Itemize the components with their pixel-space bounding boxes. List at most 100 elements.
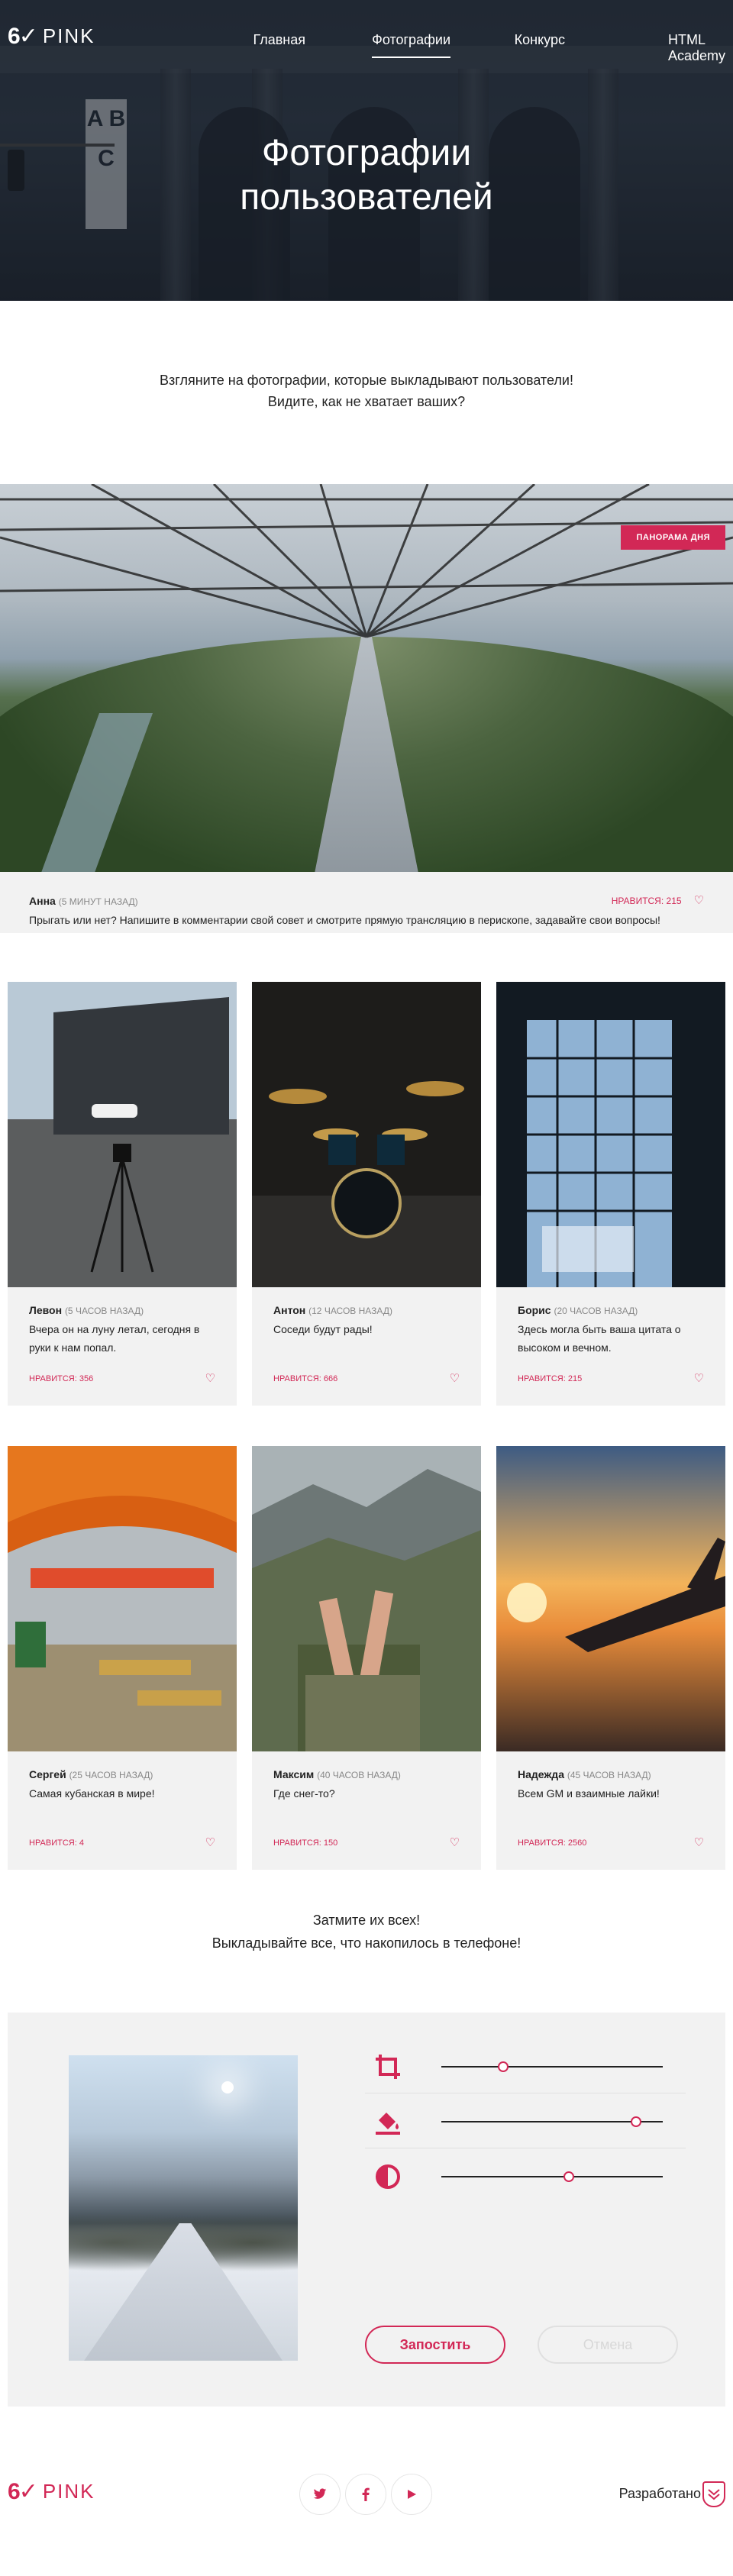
photo-card-time: (12 ЧАСОВ НАЗАД) (308, 1306, 392, 1316)
heart-icon[interactable]: ♡ (450, 1837, 460, 1848)
intro-line2: Видите, как не хватает ваших? (267, 394, 466, 409)
photo-card-time: (5 ЧАСОВ НАЗАД) (64, 1306, 144, 1316)
contrast-slider-track[interactable] (441, 2176, 663, 2177)
footer-logo[interactable]: 6✓ PINK (8, 2478, 95, 2505)
panorama-frame (0, 484, 733, 638)
photo-card-likes: НРАВИТСЯ: 2560 ♡ (518, 1837, 704, 1848)
logo-word: PINK (42, 24, 95, 47)
heart-icon[interactable]: ♡ (694, 1373, 704, 1384)
photo-card: Максим (40 ЧАСОВ НАЗАД) Где снег-то? НРА… (252, 1446, 481, 1870)
photo-card: Антон (12 ЧАСОВ НАЗАД) Соседи будут рады… (252, 982, 481, 1406)
nav-item-home[interactable]: Главная (253, 0, 305, 61)
footer-logo-glyph: 6✓ (8, 2479, 38, 2504)
fill-slider-handle[interactable] (631, 2116, 641, 2127)
heart-icon[interactable]: ♡ (205, 1373, 215, 1384)
page-title-line2: пользователей (240, 177, 493, 218)
photo-card-time: (40 ЧАСОВ НАЗАД) (317, 1770, 401, 1780)
heart-icon[interactable]: ♡ (694, 1837, 704, 1848)
cancel-button[interactable]: Отмена (538, 2326, 678, 2364)
photo-card: Сергей (25 ЧАСОВ НАЗАД) Самая кубанская … (8, 1446, 237, 1870)
cta-line2: Выкладывайте все, что накопилось в телеф… (212, 1935, 521, 1951)
photo-card-image[interactable] (496, 982, 725, 1287)
nav-item-html-academy[interactable]: HTML Academy (668, 0, 725, 63)
fill-slider-track[interactable] (441, 2121, 663, 2122)
photo-card-text: Самая кубанская в мире! (29, 1787, 155, 1800)
photo-card-author: Левон (29, 1304, 63, 1316)
photo-card-likes-count: НРАВИТСЯ: 215 (518, 1374, 583, 1383)
footer-logo-word: PINK (42, 2480, 95, 2503)
made-by-label: Разработано (618, 2486, 701, 2501)
photo-card-likes: НРАВИТСЯ: 215 ♡ (518, 1373, 704, 1384)
twitter-icon[interactable] (299, 2474, 341, 2515)
photo-editor: Запостить Отмена (8, 2013, 725, 2407)
contrast-slider-handle[interactable] (563, 2171, 574, 2182)
logo-glyph: 6✓ (8, 24, 38, 49)
photo-card-body: Сергей (25 ЧАСОВ НАЗАД) Самая кубанская … (29, 1765, 218, 1803)
photo-card: Борис (20 ЧАСОВ НАЗАД) Здесь могла быть … (496, 982, 725, 1406)
intro-text: Взгляните на фотографии, которые выклады… (0, 370, 733, 412)
preview-sun (221, 2081, 234, 2093)
photo-card-body: Борис (20 ЧАСОВ НАЗАД) Здесь могла быть … (518, 1301, 707, 1357)
photo-card-time: (45 ЧАСОВ НАЗАД) (567, 1770, 651, 1780)
fill-icon (365, 2099, 411, 2145)
panorama-caption: Анна (5 МИНУТ НАЗАД) Прыгать или нет? На… (0, 872, 733, 933)
crop-slider-handle[interactable] (498, 2061, 509, 2072)
social-links (299, 2474, 432, 2515)
photo-card-likes: НРАВИТСЯ: 666 ♡ (273, 1373, 460, 1384)
heart-icon[interactable]: ♡ (205, 1837, 215, 1848)
call-to-action: Затмите их всех! Выкладывайте все, что н… (0, 1909, 733, 1955)
photo-card-likes-count: НРАВИТСЯ: 4 (29, 1838, 84, 1848)
panorama-author: Анна (29, 895, 56, 907)
photo-card-text: Здесь могла быть ваша цитата о высоком и… (518, 1323, 681, 1354)
photo-card-text: Соседи будут рады! (273, 1323, 373, 1335)
photo-card-body: Максим (40 ЧАСОВ НАЗАД) Где снег-то? (273, 1765, 463, 1803)
nav-item-photos[interactable]: Фотографии (372, 0, 450, 61)
crop-icon (365, 2044, 411, 2090)
photo-card-body: Левон (5 ЧАСОВ НАЗАД) Вчера он на луну л… (29, 1301, 218, 1357)
editor-preview-image (69, 2055, 298, 2361)
photo-card-likes-count: НРАВИТСЯ: 2560 (518, 1838, 587, 1848)
youtube-icon[interactable] (391, 2474, 432, 2515)
photo-card-image[interactable] (8, 982, 237, 1287)
photo-card-image[interactable] (496, 1446, 725, 1751)
panorama-likes-count: НРАВИТСЯ: 215 (611, 896, 682, 906)
intro-line1: Взгляните на фотографии, которые выклады… (160, 373, 573, 388)
photo-card-image[interactable] (8, 1446, 237, 1751)
crop-slider-track[interactable] (441, 2066, 663, 2068)
page-footer: 6✓ PINK Разработано (0, 2436, 733, 2576)
photo-card-time: (25 ЧАСОВ НАЗАД) (69, 1770, 153, 1780)
facebook-icon[interactable] (345, 2474, 386, 2515)
cta-line1: Затмите их всех! (312, 1913, 421, 1928)
html-academy-icon[interactable] (702, 2481, 725, 2507)
photo-card: Надежда (45 ЧАСОВ НАЗАД) Всем GM и взаим… (496, 1446, 725, 1870)
page-title-line1: Фотографии (261, 133, 472, 173)
photo-card-author: Сергей (29, 1768, 66, 1780)
photo-card-text: Вчера он на луну летал, сегодня в руки к… (29, 1323, 200, 1354)
photo-card: Левон (5 ЧАСОВ НАЗАД) Вчера он на луну л… (8, 982, 237, 1406)
logo[interactable]: 6✓ PINK (8, 23, 95, 50)
photo-card-likes: НРАВИТСЯ: 4 ♡ (29, 1837, 215, 1848)
contrast-icon (365, 2154, 411, 2200)
panorama-photo[interactable]: ПАНОРАМА ДНЯ (0, 484, 733, 872)
heart-icon[interactable]: ♡ (450, 1373, 460, 1384)
fill-control (365, 2095, 686, 2148)
photo-card-likes-count: НРАВИТСЯ: 356 (29, 1374, 94, 1383)
photo-card-image[interactable] (252, 982, 481, 1287)
photo-card-likes: НРАВИТСЯ: 150 ♡ (273, 1837, 460, 1848)
heart-icon[interactable]: ♡ (694, 895, 704, 906)
nav-item-contest[interactable]: Конкурс (515, 0, 565, 61)
panorama-text: Прыгать или нет? Напишите в комментарии … (29, 914, 660, 926)
photo-card-likes: НРАВИТСЯ: 356 ♡ (29, 1373, 215, 1384)
page-title: Фотографии пользователей (0, 131, 733, 220)
photo-card-author: Максим (273, 1768, 315, 1780)
photo-card-text: Всем GM и взаимные лайки! (518, 1787, 660, 1800)
photo-card-time: (20 ЧАСОВ НАЗАД) (554, 1306, 638, 1316)
photo-card-image[interactable] (252, 1446, 481, 1751)
panorama-time: (5 МИНУТ НАЗАД) (58, 896, 138, 907)
submit-button[interactable]: Запостить (365, 2326, 505, 2364)
page-header: A B C 6✓ PINK Главная Фотографии Конкурс… (0, 0, 733, 301)
photo-card-author: Борис (518, 1304, 551, 1316)
photo-card-body: Антон (12 ЧАСОВ НАЗАД) Соседи будут рады… (273, 1301, 463, 1338)
photo-card-body: Надежда (45 ЧАСОВ НАЗАД) Всем GM и взаим… (518, 1765, 707, 1803)
photo-card-author: Надежда (518, 1768, 564, 1780)
